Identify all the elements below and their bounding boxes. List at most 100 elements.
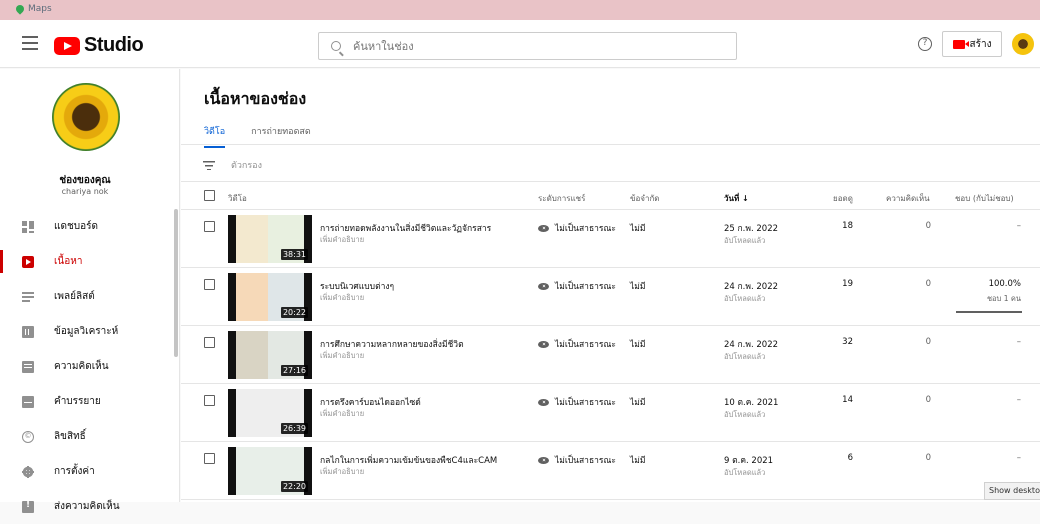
likes-count: ชอบ 1 คน [986, 294, 1021, 303]
sidebar-scrollbar[interactable] [174, 209, 178, 357]
row-checkbox[interactable] [204, 337, 215, 348]
row-checkbox[interactable] [204, 453, 215, 464]
help-icon[interactable]: ? [918, 37, 932, 51]
video-thumbnail[interactable]: 22:20 [228, 447, 312, 495]
column-restrictions[interactable]: ข้อจำกัด [630, 192, 660, 205]
sidebar-item-content[interactable]: เนื้อหา [0, 244, 175, 279]
likes-cell: – [1016, 453, 1021, 463]
sidebar-item-dashboard[interactable]: แดชบอร์ด [0, 209, 175, 244]
row-checkbox[interactable] [204, 395, 215, 406]
logo-text: Studio [84, 34, 144, 56]
sidebar-item-label: ความคิดเห็น [54, 361, 109, 372]
eye-icon [538, 456, 549, 464]
sidebar-item-copyright[interactable]: © ลิขสิทธิ์ [0, 419, 175, 454]
visibility-cell[interactable]: ไม่เป็นสาธารณะ [538, 395, 616, 409]
create-button[interactable]: สร้าง [942, 31, 1002, 57]
subtitles-icon [22, 395, 34, 408]
eye-icon [538, 340, 549, 348]
views-cell: 18 [842, 221, 853, 231]
video-description: เพิ่มคำอธิบาย [320, 235, 365, 244]
visibility-label: ไม่เป็นสาธารณะ [555, 340, 616, 350]
filter-bar[interactable]: ตัวกรอง [203, 158, 262, 172]
visibility-cell[interactable]: ไม่เป็นสาธารณะ [538, 279, 616, 293]
account-avatar[interactable] [1012, 33, 1034, 55]
maps-app-label[interactable]: Maps [14, 3, 52, 15]
column-visibility[interactable]: ระดับการแชร์ [538, 192, 585, 205]
page-title: เนื้อหาของช่อง [204, 89, 307, 108]
visibility-label: ไม่เป็นสาธารณะ [555, 282, 616, 292]
left-sidebar: ช่องของคุณ chariya nok แดชบอร์ด เนื้อหา … [0, 69, 180, 513]
channel-avatar[interactable] [52, 83, 120, 151]
table-row[interactable]: 27:16 การศึกษาความหลากหลายของสิ่งมีชีวิต… [181, 327, 1040, 384]
column-comments[interactable]: ความคิดเห็น [886, 192, 930, 205]
video-title[interactable]: การศึกษาความหลากหลายของสิ่งมีชีวิต [320, 337, 520, 351]
likes-cell: – [1016, 395, 1021, 405]
video-camera-icon [952, 39, 969, 49]
visibility-cell[interactable]: ไม่เป็นสาธารณะ [538, 337, 616, 351]
views-cell: 19 [842, 279, 853, 289]
table-row[interactable]: 26:39 การตรึงคาร์บอนไดออกไซด์ เพิ่มคำอธิ… [181, 385, 1040, 442]
video-thumbnail[interactable]: 38:31 [228, 215, 312, 263]
row-checkbox[interactable] [204, 279, 215, 290]
video-title[interactable]: กลไกในการเพิ่มความเข้มข้นของพืชC4และCAM [320, 453, 520, 467]
sidebar-item-label: เพลย์ลิสต์ [54, 291, 95, 302]
video-thumbnail[interactable]: 20:22 [228, 273, 312, 321]
sidebar-item-playlists[interactable]: เพลย์ลิสต์ [0, 279, 175, 314]
sidebar-item-analytics[interactable]: ข้อมูลวิเคราะห์ [0, 314, 175, 349]
table-row[interactable]: 38:31 การถ่ายทอดพลังงานในสิ่งมีชีวิตและว… [181, 211, 1040, 268]
video-title[interactable]: ระบบนิเวศแบบต่างๆ [320, 279, 520, 293]
row-checkbox[interactable] [204, 221, 215, 232]
channel-title: ช่องของคุณ [59, 175, 111, 186]
comments-cell: 0 [925, 453, 931, 463]
video-thumbnail[interactable]: 26:39 [228, 389, 312, 437]
visibility-label: ไม่เป็นสาธารณะ [555, 456, 616, 466]
table-row[interactable]: 20:22 ระบบนิเวศแบบต่างๆ เพิ่มคำอธิบาย ไม… [181, 269, 1040, 326]
filter-label: ตัวกรอง [231, 161, 262, 171]
visibility-cell[interactable]: ไม่เป็นสาธารณะ [538, 221, 616, 235]
views-cell: 32 [842, 337, 853, 347]
os-title-strip: Maps [0, 0, 1040, 20]
maps-label: Maps [28, 4, 52, 14]
visibility-label: ไม่เป็นสาธารณะ [555, 224, 616, 234]
menu-icon[interactable] [22, 36, 38, 50]
date-cell: 25 ก.พ. 2022 [724, 224, 779, 234]
top-app-bar: Studio ? สร้าง [0, 20, 1040, 68]
column-views[interactable]: ยอดดู [833, 192, 853, 205]
sidebar-item-comments[interactable]: ความคิดเห็น [0, 349, 175, 384]
date-status: อัปโหลดแล้ว [724, 294, 766, 303]
restrictions-cell: ไม่มี [630, 456, 646, 466]
search-icon [331, 41, 341, 51]
search-box[interactable] [318, 32, 737, 60]
video-title[interactable]: การตรึงคาร์บอนไดออกไซด์ [320, 395, 520, 409]
sidebar-item-subtitles[interactable]: คำบรรยาย [0, 384, 175, 419]
select-all-checkbox[interactable] [204, 190, 215, 201]
table-row[interactable]: 22:20 กลไกในการเพิ่มความเข้มข้นของพืชC4แ… [181, 443, 1040, 500]
comments-cell: 0 [925, 221, 931, 231]
copyright-icon: © [22, 430, 34, 443]
content-icon [22, 255, 34, 268]
column-likes[interactable]: ชอบ (กับไม่ชอบ) [955, 192, 1014, 205]
views-cell: 6 [847, 453, 853, 463]
comments-cell: 0 [925, 337, 931, 347]
sidebar-item-feedback[interactable]: ส่งความคิดเห็น [0, 489, 175, 524]
video-description: เพิ่มคำอธิบาย [320, 293, 365, 302]
date-status: อัปโหลดแล้ว [724, 236, 766, 245]
playlist-icon [22, 290, 34, 303]
sidebar-item-label: ข้อมูลวิเคราะห์ [54, 326, 119, 337]
sidebar-item-settings[interactable]: การตั้งค่า [0, 454, 175, 489]
eye-icon [538, 282, 549, 290]
eye-icon [538, 224, 549, 232]
search-input[interactable] [353, 39, 713, 53]
settings-icon [22, 465, 34, 478]
video-duration: 22:20 [280, 481, 308, 492]
video-thumbnail[interactable]: 27:16 [228, 331, 312, 379]
visibility-cell[interactable]: ไม่เป็นสาธารณะ [538, 453, 616, 467]
date-status: อัปโหลดแล้ว [724, 352, 766, 361]
studio-logo[interactable]: Studio [54, 34, 144, 57]
column-date[interactable]: วันที่ ↓ [724, 192, 749, 205]
youtube-play-icon [54, 36, 80, 55]
sidebar-item-label: ส่งความคิดเห็น [54, 501, 120, 512]
restrictions-cell: ไม่มี [630, 224, 646, 234]
video-title[interactable]: การถ่ายทอดพลังงานในสิ่งมีชีวิตและวัฏจักร… [320, 221, 520, 235]
video-duration: 38:31 [280, 249, 308, 260]
